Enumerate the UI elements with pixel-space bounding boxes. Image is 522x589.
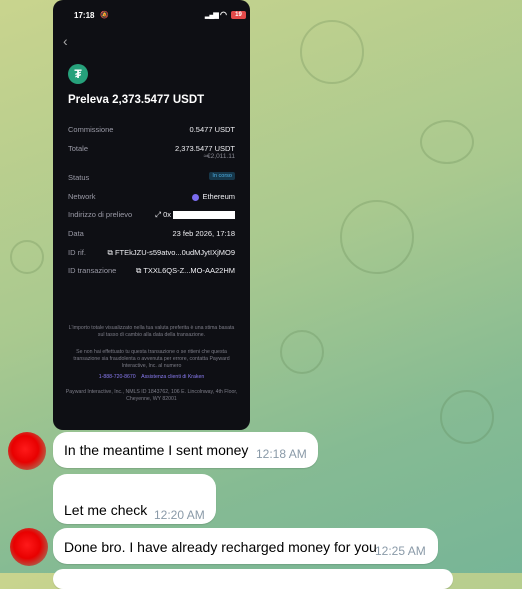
- ethereum-icon: [192, 193, 200, 201]
- date-label: Data: [68, 229, 84, 238]
- fee-value: 0.5477 USDT: [189, 125, 235, 134]
- message-bubble[interactable]: Let me check 12:20 AM: [53, 474, 216, 524]
- ref-label: ID rif.: [68, 248, 86, 257]
- wifi-icon: ◠: [220, 10, 227, 19]
- total-row: Totale 2,373.5477 USDT ≈€2,011.11: [68, 144, 235, 164]
- message-bubble[interactable]: In the meantime I sent money 12:18 AM: [53, 432, 318, 468]
- support-link[interactable]: Assistenza clienti di Kraken: [141, 374, 204, 380]
- footer-fraud-text: Se non hai effettuato tu questa transazi…: [73, 349, 230, 369]
- background-doodle: [300, 20, 364, 84]
- network-name: Ethereum: [202, 192, 235, 201]
- withdraw-title: Preleva 2,373.5477 USDT: [68, 94, 205, 106]
- copy-icon: ⧉: [107, 248, 115, 257]
- background-doodle: [340, 200, 414, 274]
- txid-label: ID transazione: [68, 266, 117, 275]
- network-value: Ethereum: [192, 192, 235, 201]
- txid-value: ⧉ TXXL6QS-Z...MO-AA22HM: [136, 266, 235, 276]
- fee-label: Commissione: [68, 125, 114, 134]
- status-time: 17:18: [74, 11, 95, 20]
- status-bar: 17:18 🔕 ▂▄▆ ◠ 19: [53, 0, 250, 30]
- footer-links: 1-888-720-8670 Assistenza clienti di Kra…: [65, 374, 238, 381]
- screenshot-image[interactable]: 17:18 🔕 ▂▄▆ ◠ 19 ‹ ₮ Preleva 2,373.5477 …: [53, 0, 250, 430]
- message-text: Let me check: [64, 502, 148, 518]
- address-label: Indirizzo di prelievo: [68, 210, 133, 219]
- avatar[interactable]: [8, 432, 46, 470]
- usdt-icon: ₮: [68, 64, 88, 84]
- back-arrow-icon: ‹: [63, 33, 68, 49]
- status-badge: In corso: [209, 172, 235, 180]
- txid-text: TXXL6QS-Z...MO-AA22HM: [143, 266, 235, 275]
- copy-icon: ⤢: [154, 210, 164, 219]
- background-doodle: [10, 240, 44, 274]
- message-time: 12:25 AM: [375, 544, 426, 558]
- network-label: Network: [68, 192, 96, 201]
- ref-value: ⧉ FTEkJZU-s59atvo...0udMJytIXjMO9: [108, 248, 235, 258]
- address-value: ⤢ 0x: [155, 210, 235, 220]
- message-bubble[interactable]: Done bro. I have already recharged money…: [53, 528, 438, 564]
- status-label: Status: [68, 173, 90, 182]
- next-message-bubble[interactable]: [53, 569, 453, 589]
- support-phone-link[interactable]: 1-888-720-8670: [99, 374, 136, 380]
- redacted-address: [173, 211, 235, 220]
- footer-address-text: Payward Interactive, Inc., NMLS ID 18437…: [65, 389, 238, 402]
- total-label: Totale: [68, 144, 89, 153]
- signal-icon: ▂▄▆: [205, 12, 219, 19]
- message-time: 12:20 AM: [154, 508, 205, 522]
- message-text: In the meantime I sent money: [64, 442, 249, 458]
- avatar[interactable]: [10, 528, 48, 566]
- message-text: Done bro. I have already recharged money…: [64, 539, 377, 555]
- background-doodle: [440, 390, 494, 444]
- total-value: 2,373.5477 USDT: [174, 144, 235, 153]
- date-value: 23 feb 2026, 17:18: [172, 229, 235, 238]
- total-fiat-value: ≈€2,011.11: [203, 153, 235, 160]
- ref-text: FTEkJZU-s59atvo...0udMJytIXjMO9: [114, 248, 235, 257]
- bell-muted-icon: 🔕: [100, 12, 109, 19]
- background-doodle: [420, 120, 474, 164]
- background-doodle: [280, 330, 324, 374]
- battery-icon: 19: [231, 11, 246, 19]
- message-time: 12:18 AM: [256, 447, 307, 461]
- address-prefix: 0x: [163, 210, 171, 219]
- footer-estimate-text: L'importo totale visualizzato nella tua …: [68, 325, 235, 338]
